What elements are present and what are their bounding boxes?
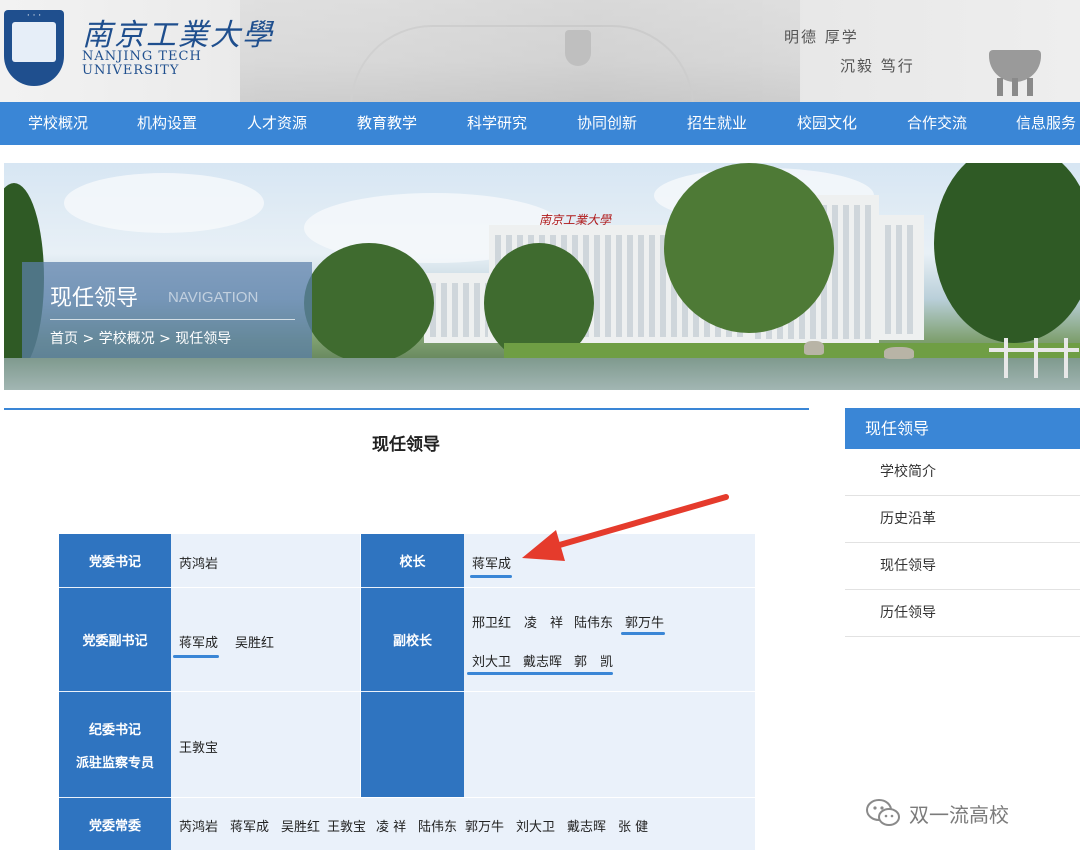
member-4: 王敦宝 xyxy=(327,820,367,835)
content-title: 现任领导 xyxy=(372,435,440,455)
nav-item-education[interactable]: 教育教学 xyxy=(357,102,417,145)
highlight-underline xyxy=(470,575,512,578)
value-deputy-secretary-1: 蒋军成 xyxy=(179,636,219,651)
value-party-secretary: 芮鸿岩 xyxy=(179,557,219,572)
header-building-backdrop xyxy=(240,0,800,102)
motto-line1: 明德 厚学 xyxy=(784,28,859,46)
nav-item-exchange[interactable]: 合作交流 xyxy=(907,102,967,145)
highlight-underline xyxy=(467,672,613,675)
leaders-table: 党委书记 校长 党委副书记 副校长 纪委书记 派驻监察专员 党委常委 芮鸿岩 蒋… xyxy=(59,534,755,850)
banner-divider xyxy=(50,319,295,320)
member-2: 蒋军成 xyxy=(230,820,270,835)
banner-subtitle: NAVIGATION xyxy=(168,289,259,306)
sidebar-item-history[interactable]: 历史沿革 xyxy=(845,496,1080,543)
breadcrumb[interactable]: 首页 > 学校概况 > 现任领导 xyxy=(50,328,231,348)
value-vice-president-6: 戴志晖 xyxy=(523,655,563,670)
watermark-text: 双一流高校 xyxy=(909,802,1009,827)
nav-item-talent[interactable]: 人才资源 xyxy=(247,102,307,145)
header-cell-president: 校长 xyxy=(361,534,464,587)
banner-navigation-box: 现任领导 NAVIGATION 首页 > 学校概况 > 现任领导 xyxy=(22,262,312,358)
value-vice-president-3: 陆伟东 xyxy=(574,616,614,631)
nav-item-organization[interactable]: 机构设置 xyxy=(137,102,197,145)
member-3: 吴胜红 xyxy=(281,820,321,835)
nav-item-admission[interactable]: 招生就业 xyxy=(687,102,747,145)
highlight-underline xyxy=(173,655,219,658)
header-cell-empty xyxy=(361,692,464,797)
sidebar-item-current-leaders[interactable]: 现任领导 xyxy=(845,543,1080,590)
nav-item-services[interactable]: 信息服务 xyxy=(1016,102,1076,145)
member-8: 刘大卫 xyxy=(516,820,556,835)
member-1: 芮鸿岩 xyxy=(179,820,219,835)
value-vice-president-2: 凌 祥 xyxy=(524,616,564,631)
logo-english-line2: UNIVERSITY xyxy=(82,63,180,78)
value-president: 蒋军成 xyxy=(472,557,512,572)
nav-item-overview[interactable]: 学校概况 xyxy=(28,102,88,145)
university-emblem-icon[interactable]: · · · xyxy=(4,10,64,86)
member-7: 郭万牛 xyxy=(465,820,505,835)
main-nav: 学校概况 机构设置 人才资源 教育教学 科学研究 协同创新 招生就业 校园文化 … xyxy=(0,102,1080,145)
banner-page-title: 现任领导 xyxy=(50,286,139,311)
content-top-rule xyxy=(4,408,809,410)
sidebar-item-former-leaders[interactable]: 历任领导 xyxy=(845,590,1080,637)
member-6: 陆伟东 xyxy=(418,820,458,835)
wechat-icon xyxy=(866,799,900,826)
header-cell-standing-committee: 党委常委 xyxy=(59,798,171,850)
value-vice-president-7: 郭 凯 xyxy=(574,655,614,670)
header-cell-discipline-secretary: 纪委书记 派驻监察专员 xyxy=(59,692,171,797)
member-9: 戴志晖 xyxy=(567,820,607,835)
value-vice-president-4: 郭万牛 xyxy=(625,616,665,631)
member-10: 张 健 xyxy=(618,820,649,835)
bronze-ding-icon xyxy=(985,40,1045,96)
nav-item-innovation[interactable]: 协同创新 xyxy=(577,102,637,145)
value-vice-president-1: 邢卫红 xyxy=(472,616,512,631)
sidebar-heading: 现任领导 xyxy=(845,408,1080,449)
site-header: · · · 南京工業大學 NANJING TECH UNIVERSITY 明德 … xyxy=(0,0,1080,102)
wechat-watermark: 双一流高校 xyxy=(865,798,1009,828)
value-deputy-secretary-2: 吴胜红 xyxy=(235,636,275,651)
logo-english-line1: NANJING TECH xyxy=(82,49,202,64)
logo-chinese-name[interactable]: 南京工業大學 xyxy=(82,10,274,54)
header-shield-ornament xyxy=(565,30,591,66)
header-cell-deputy-secretary: 党委副书记 xyxy=(59,588,171,691)
value-vice-president-5: 刘大卫 xyxy=(472,655,512,670)
member-5: 凌 祥 xyxy=(376,820,407,835)
highlight-underline xyxy=(621,632,665,635)
header-cell-vice-president: 副校长 xyxy=(361,588,464,691)
value-discipline-secretary: 王敦宝 xyxy=(179,741,219,756)
sidebar-item-intro[interactable]: 学校简介 xyxy=(845,449,1080,496)
nav-item-research[interactable]: 科学研究 xyxy=(467,102,527,145)
nav-item-culture[interactable]: 校园文化 xyxy=(797,102,857,145)
motto-line2: 沉毅 笃行 xyxy=(840,57,915,75)
header-cell-party-secretary: 党委书记 xyxy=(59,534,171,587)
